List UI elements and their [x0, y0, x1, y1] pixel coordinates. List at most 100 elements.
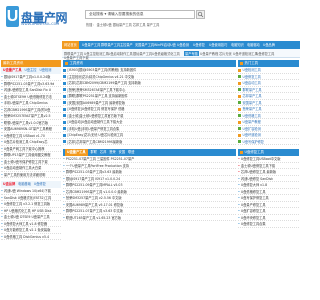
- bullet-icon: •: [1, 189, 3, 193]
- bullet-icon: •: [63, 176, 65, 181]
- bullet-icon: •: [1, 133, 3, 138]
- center-tab[interactable]: U盘量产工具: [65, 149, 88, 156]
- bullet-icon: •: [1, 153, 3, 157]
- center-tab[interactable]: 安国: [119, 149, 125, 156]
- sidebar-tab[interactable]: 电脑基础: [18, 181, 31, 188]
- center-tab[interactable]: 联盛: [128, 149, 134, 156]
- square-icon: [63, 120, 66, 124]
- bullet-icon: •: [63, 202, 65, 207]
- bullet-icon: •: [1, 146, 3, 151]
- list-item[interactable]: U盘写保护修复: [238, 139, 299, 145]
- square-icon: [63, 88, 66, 91]
- center-title: 工具资讯: [63, 60, 236, 67]
- subnav-item[interactable]: 银灿量产工具: [133, 51, 152, 56]
- list-item[interactable]: •U盘低格工具 DiskGenius v5.4: [1, 234, 61, 240]
- site-url: WWW.UPANTOOL.COM: [21, 22, 60, 26]
- nav-item[interactable]: WinPE启动U盘: [154, 41, 176, 49]
- bullet-icon: •: [238, 202, 240, 207]
- bullet-icon: •: [63, 215, 65, 220]
- bullet-icon: •: [1, 166, 3, 170]
- square-icon: [240, 150, 243, 154]
- bullet-icon: •: [1, 208, 3, 213]
- square-icon: [238, 120, 241, 124]
- square-icon: [238, 75, 241, 78]
- square-icon: [238, 107, 241, 111]
- hot-item[interactable]: 银灿量产工具: [113, 23, 132, 27]
- bullet-icon: •: [1, 120, 3, 125]
- subnav-item[interactable]: U盘坏道检测工具: [233, 51, 258, 56]
- subnav-item[interactable]: 芯片无忧: [219, 51, 232, 56]
- right-title-2: U盘修复工具: [238, 149, 299, 156]
- sidebar-tabs: U盘量产工具 U盘主控 U盘检测: [1, 67, 61, 74]
- list-item[interactable]: •联盛UT165量产工具 v1.65.23 官方版: [63, 215, 236, 221]
- right-list-2: •U盘修复工具USBoot中文版 •金士顿U盘修复工具下载 •芯邦U盘修复工具 …: [238, 156, 299, 228]
- nav-home[interactable]: 网站首页: [62, 41, 79, 49]
- search-input[interactable]: 全站搜索 ▾ 请输入您要搜索的信息: [85, 10, 195, 19]
- hot-item[interactable]: 量产工具: [147, 23, 160, 27]
- center-list-2: •PS2251-07量产工具 三星固件 PS2251-07量产 •一个U盘量产工…: [63, 156, 236, 221]
- sidebar-tab[interactable]: U盘品牌: [3, 181, 15, 188]
- bullet-icon: •: [1, 107, 3, 112]
- list-item[interactable]: •U盘修复工具合集: [238, 221, 299, 228]
- center-tab[interactable]: 芯邦: [100, 149, 106, 156]
- square-icon: [238, 114, 241, 117]
- bullet-icon: •: [1, 159, 3, 164]
- square-icon: [63, 140, 66, 143]
- center-tabs: U盘量产工具 群联 芯邦 慧荣 安国 联盛: [63, 149, 236, 156]
- center-tab[interactable]: 慧荣: [109, 149, 115, 156]
- subnav-item[interactable]: U盘启动制作工具: [108, 51, 133, 56]
- square-icon: [238, 88, 241, 91]
- bullet-icon: •: [1, 140, 3, 144]
- sidebar-tab[interactable]: U盘修复: [34, 181, 46, 188]
- bullet-icon: •: [1, 172, 3, 177]
- square-icon: [63, 127, 66, 130]
- nav-item[interactable]: U盘修复: [193, 41, 205, 49]
- search-scope[interactable]: 全站搜索: [89, 12, 103, 16]
- search-button[interactable]: [196, 10, 205, 19]
- nav-item[interactable]: 电脑知识: [231, 41, 244, 49]
- sidebar-tab[interactable]: U盘主控: [25, 67, 37, 74]
- hot-item[interactable]: 芯邦工具: [133, 23, 146, 27]
- nav-item[interactable]: 主控量产: [120, 41, 133, 49]
- center-list: [IS903]银灿IS903量产工具(附教程) 支持新固件 [主控检测]芯片精灵…: [63, 67, 236, 145]
- bullet-icon: •: [63, 183, 65, 187]
- list-item[interactable]: •量产工具的使用方法详细说明: [1, 172, 61, 178]
- hot-search: 热搜： 金士顿U盘 银灿量产工具 芯邦工具 量产工具: [86, 22, 159, 27]
- nav-item[interactable]: U盘检测: [177, 41, 189, 49]
- bullet-icon: •: [1, 215, 3, 219]
- nav-item[interactable]: 电脑驱动: [247, 41, 260, 49]
- bullet-icon: •: [238, 183, 240, 187]
- sidebar-list-2: •闪迪U盘 Windows 10(x64)下载 •SanDisk U盘格式化(F…: [1, 188, 61, 240]
- bullet-icon: •: [1, 101, 3, 105]
- logo-icon[interactable]: U: [6, 6, 19, 27]
- sidebar-tab[interactable]: U盘量产工具: [3, 67, 22, 74]
- hot-item[interactable]: 金士顿U盘: [97, 23, 112, 27]
- subnav-item[interactable]: U盘量产教程: [200, 51, 218, 56]
- square-icon: [63, 81, 66, 85]
- square-icon: [238, 81, 241, 85]
- nav-item[interactable]: 安国量产工具: [135, 41, 154, 49]
- square-icon: [63, 101, 66, 104]
- subnav-item[interactable]: U盘修复工具: [256, 51, 274, 56]
- list-item[interactable]: [芯邦]芯邦量产工具CBM2199S最新版: [63, 139, 236, 145]
- nav-item[interactable]: U盘品牌: [263, 41, 275, 49]
- bullet-icon: •: [1, 228, 3, 232]
- bullet-icon: •: [1, 221, 3, 226]
- center-tab[interactable]: 群联: [91, 149, 97, 156]
- square-icon: [63, 133, 66, 137]
- square-icon: [240, 61, 243, 65]
- nav-item[interactable]: U盘使用技巧: [209, 41, 227, 49]
- subnav-item[interactable]: U盘低级格式化工具: [152, 51, 180, 56]
- square-icon: [238, 94, 241, 98]
- bullet-icon: •: [1, 127, 3, 131]
- nav-item[interactable]: U盘量产工具: [82, 41, 100, 49]
- subnav-special[interactable]: 量产专题: [184, 51, 199, 56]
- bullet-icon: •: [63, 209, 65, 213]
- bullet-icon: •: [1, 114, 3, 118]
- nav-item[interactable]: 群联量产工具: [101, 41, 120, 49]
- square-icon: [63, 114, 66, 117]
- sidebar-tab[interactable]: U盘检测: [39, 67, 51, 74]
- bullet-icon: •: [238, 209, 240, 213]
- search-hint: 请输入您要搜索的信息: [107, 12, 144, 16]
- bullet-icon: •: [1, 195, 3, 200]
